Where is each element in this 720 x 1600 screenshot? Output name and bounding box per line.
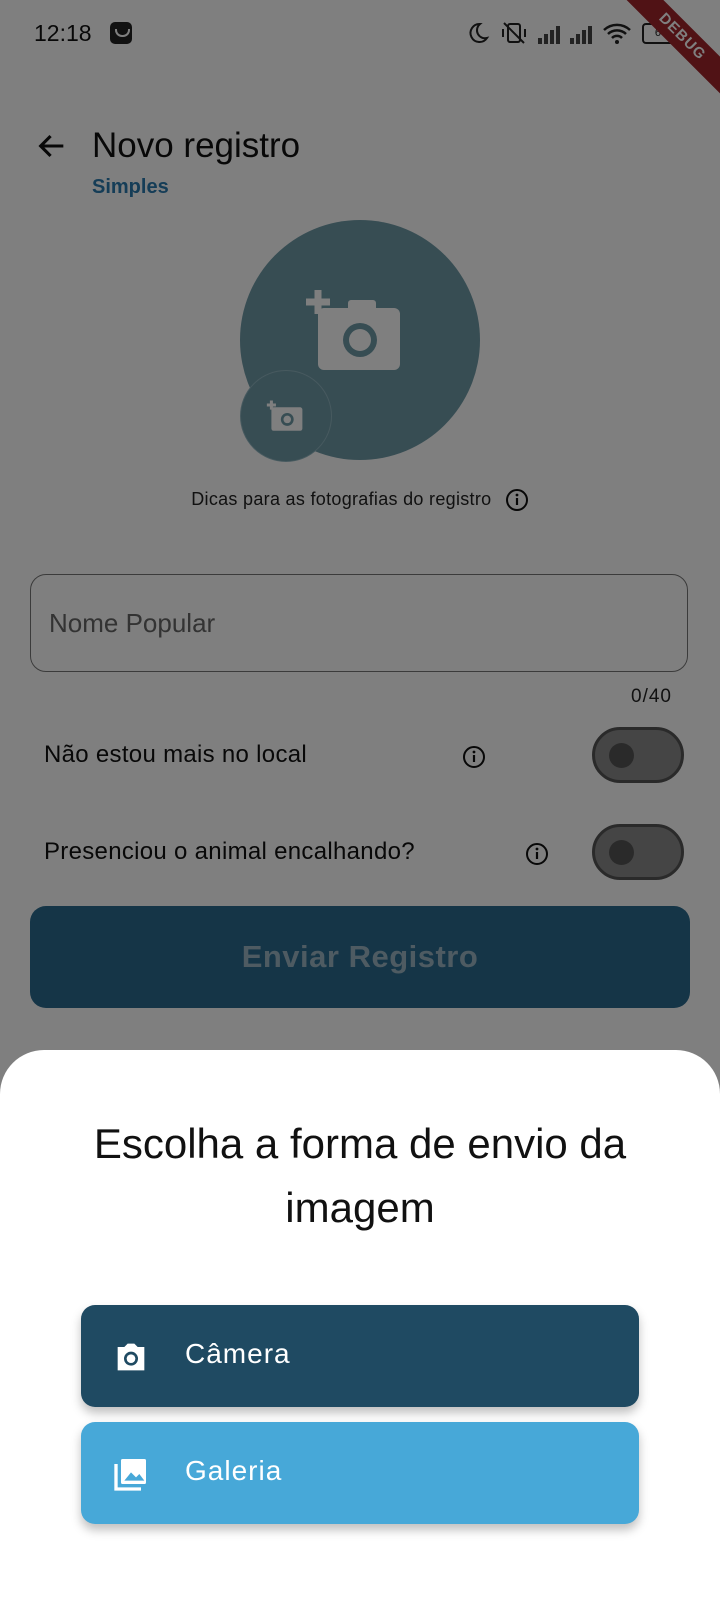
- camera-button[interactable]: Câmera: [81, 1305, 639, 1407]
- gallery-icon: [114, 1459, 146, 1491]
- sheet-title: Escolha a forma de envio da imagem: [93, 1120, 627, 1231]
- screen: 12:18 67 DEBUG Novo registro Simples: [0, 0, 720, 1600]
- camera-label: Câmera: [185, 1338, 291, 1369]
- gallery-button[interactable]: Galeria: [81, 1422, 639, 1524]
- camera-icon: [117, 1343, 145, 1371]
- gallery-label: Galeria: [185, 1455, 283, 1486]
